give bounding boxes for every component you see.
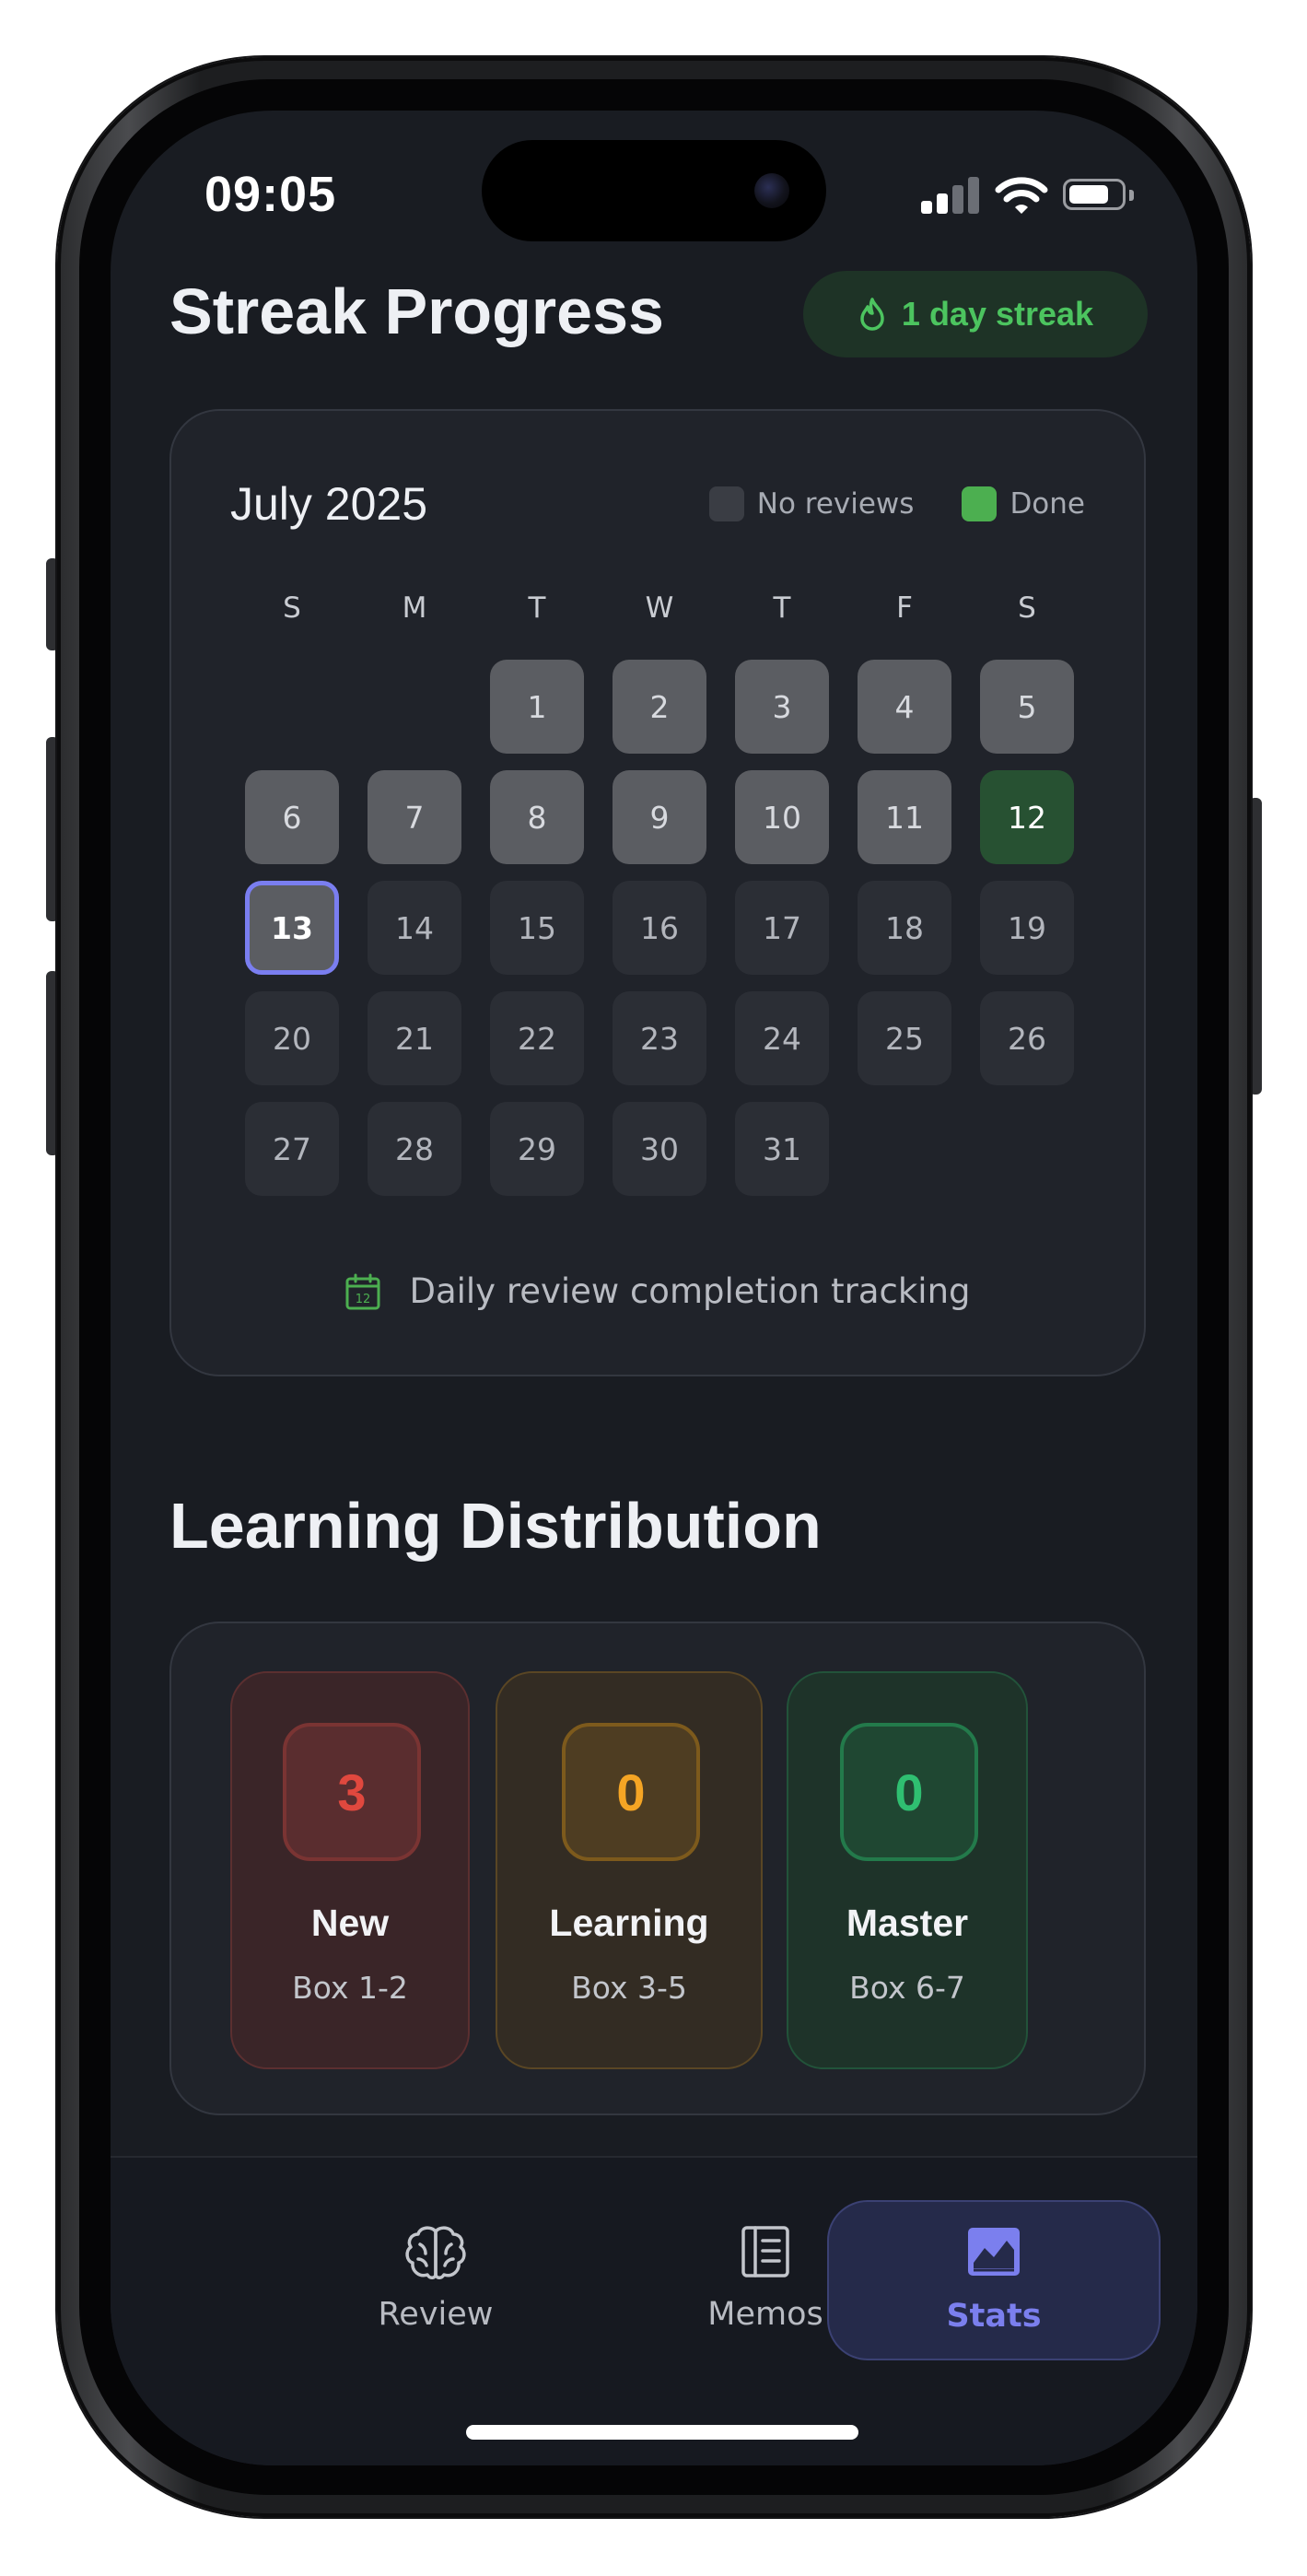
tab-review-label: Review bbox=[378, 2296, 494, 2333]
calendar-day[interactable]: 14 bbox=[368, 881, 461, 975]
weekday-header: S M T W T F S bbox=[245, 591, 1074, 638]
calendar-day[interactable]: 2 bbox=[613, 660, 706, 754]
box-range-master: Box 6-7 bbox=[849, 1970, 965, 2006]
streak-badge-label: 1 day streak bbox=[901, 295, 1094, 333]
status-time: 09:05 bbox=[204, 167, 337, 222]
tab-stats-label: Stats bbox=[946, 2298, 1042, 2335]
calendar-day[interactable]: 23 bbox=[613, 991, 706, 1085]
calendar-day[interactable]: 27 bbox=[245, 1102, 339, 1196]
calendar-day[interactable]: 22 bbox=[490, 991, 584, 1085]
calendar-day[interactable]: 25 bbox=[858, 991, 951, 1085]
box-range-new: Box 1-2 bbox=[292, 1970, 408, 2006]
calendar-day[interactable]: 10 bbox=[735, 770, 829, 864]
power-button bbox=[1249, 798, 1262, 1095]
calendar-day[interactable]: 19 bbox=[980, 881, 1074, 975]
home-indicator[interactable] bbox=[466, 2425, 858, 2440]
calendar-day[interactable]: 12 bbox=[980, 770, 1074, 864]
brain-icon bbox=[405, 2226, 466, 2279]
svg-text:12: 12 bbox=[356, 1293, 371, 1306]
box-count-master: 0 bbox=[840, 1723, 978, 1861]
battery-icon bbox=[1063, 179, 1126, 210]
tab-bar: Review Memos Stats bbox=[111, 2156, 1197, 2465]
box-count-new: 3 bbox=[283, 1723, 421, 1861]
calendar-day[interactable]: 30 bbox=[613, 1102, 706, 1196]
calendar-card: July 2025 No reviews Done S M T W T F S … bbox=[169, 409, 1146, 1376]
box-name-new: New bbox=[310, 1902, 390, 1944]
calendar-day[interactable]: 7 bbox=[368, 770, 461, 864]
distribution-title: Learning Distribution bbox=[169, 1490, 822, 1562]
weekday-label: W bbox=[645, 591, 674, 625]
weekday-label: S bbox=[1018, 591, 1036, 625]
calendar-day[interactable]: 6 bbox=[245, 770, 339, 864]
box-name-master: Master bbox=[846, 1902, 969, 1944]
box-name-learning: Learning bbox=[549, 1902, 709, 1944]
weekday-label: T bbox=[773, 591, 791, 625]
calendar-day[interactable]: 11 bbox=[858, 770, 951, 864]
calendar-day[interactable]: 31 bbox=[735, 1102, 829, 1196]
tab-review[interactable]: Review bbox=[269, 2200, 602, 2360]
calendar-day[interactable]: 8 bbox=[490, 770, 584, 864]
calendar-icon: 12 bbox=[345, 1273, 380, 1309]
weekday-label: F bbox=[896, 591, 913, 625]
calendar-day[interactable]: 15 bbox=[490, 881, 584, 975]
calendar-day[interactable]: 16 bbox=[613, 881, 706, 975]
box-tile-new[interactable]: 3 New Box 1-2 bbox=[230, 1671, 470, 2069]
cellular-signal-icon bbox=[921, 175, 980, 214]
screen: 09:05 Streak Progress 1 day streak July … bbox=[111, 111, 1197, 2465]
calendar-day[interactable]: 29 bbox=[490, 1102, 584, 1196]
weekday-label: T bbox=[528, 591, 546, 625]
month-label: July 2025 bbox=[230, 478, 428, 530]
streak-title: Streak Progress bbox=[169, 275, 664, 347]
calendar-day[interactable]: 20 bbox=[245, 991, 339, 1085]
box-tile-learning[interactable]: 0 Learning Box 3-5 bbox=[496, 1671, 763, 2069]
box-tile-master[interactable]: 0 Master Box 6-7 bbox=[787, 1671, 1028, 2069]
battery-tip bbox=[1129, 190, 1134, 201]
calendar-day[interactable]: 24 bbox=[735, 991, 829, 1085]
calendar-day[interactable]: 5 bbox=[980, 660, 1074, 754]
wifi-icon bbox=[995, 177, 1048, 214]
calendar-legend: No reviews Done bbox=[708, 486, 1085, 521]
box-range-learning: Box 3-5 bbox=[571, 1970, 687, 2006]
calendar-day[interactable]: 1 bbox=[490, 660, 584, 754]
calendar-day[interactable]: 4 bbox=[858, 660, 951, 754]
calendar-day[interactable]: 9 bbox=[613, 770, 706, 864]
calendar-footer: 12 Daily review completion tracking bbox=[171, 1271, 1144, 1311]
calendar-day[interactable]: 21 bbox=[368, 991, 461, 1085]
calendar-day[interactable]: 3 bbox=[735, 660, 829, 754]
weekday-label: S bbox=[283, 591, 301, 625]
distribution-card: 3 New Box 1-2 0 Learning Box 3-5 0 Maste… bbox=[169, 1622, 1146, 2115]
legend-label-no-reviews: No reviews bbox=[756, 487, 915, 521]
front-camera bbox=[754, 173, 789, 208]
chart-icon bbox=[968, 2228, 1020, 2276]
flame-icon bbox=[860, 298, 884, 331]
calendar-day-grid: 1 2 3 4 5 6 7 8 9 10 11 12 13 14 15 16 17 18 19 20 21 22 23 24 2… bbox=[245, 660, 1074, 1212]
box-count-learning: 0 bbox=[562, 1723, 700, 1861]
legend-swatch-no-reviews bbox=[708, 486, 744, 521]
notebook-icon bbox=[741, 2226, 789, 2277]
tab-stats[interactable]: Stats bbox=[827, 2200, 1161, 2360]
dynamic-island bbox=[482, 140, 826, 241]
legend-swatch-done bbox=[962, 486, 998, 521]
streak-badge: 1 day streak bbox=[803, 271, 1148, 357]
calendar-day[interactable]: 17 bbox=[735, 881, 829, 975]
calendar-footer-text: Daily review completion tracking bbox=[409, 1271, 971, 1311]
calendar-day[interactable]: 28 bbox=[368, 1102, 461, 1196]
calendar-day-today[interactable]: 13 bbox=[245, 881, 339, 975]
legend-label-done: Done bbox=[1009, 487, 1085, 521]
calendar-day[interactable]: 18 bbox=[858, 881, 951, 975]
calendar-day[interactable]: 26 bbox=[980, 991, 1074, 1085]
weekday-label: M bbox=[402, 591, 427, 625]
